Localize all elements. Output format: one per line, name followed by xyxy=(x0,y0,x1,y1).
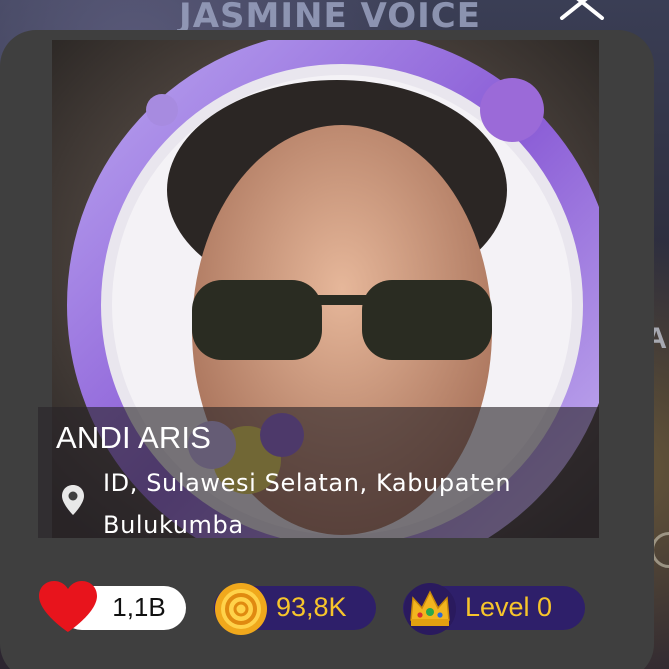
user-name: ANDI ARIS xyxy=(56,420,212,455)
location-pin-icon xyxy=(62,485,84,515)
close-button[interactable] xyxy=(556,0,614,20)
close-icon xyxy=(560,0,604,20)
heart-icon xyxy=(39,581,97,632)
coin-icon xyxy=(215,583,267,635)
crown-icon xyxy=(404,583,456,635)
coins-count: 93,8K xyxy=(276,592,347,622)
user-location: ID, Sulawesi Selatan, Kabupaten Bulukumb… xyxy=(103,469,512,539)
level-value: Level 0 xyxy=(465,592,553,622)
likes-count: 1,1B xyxy=(112,592,166,622)
